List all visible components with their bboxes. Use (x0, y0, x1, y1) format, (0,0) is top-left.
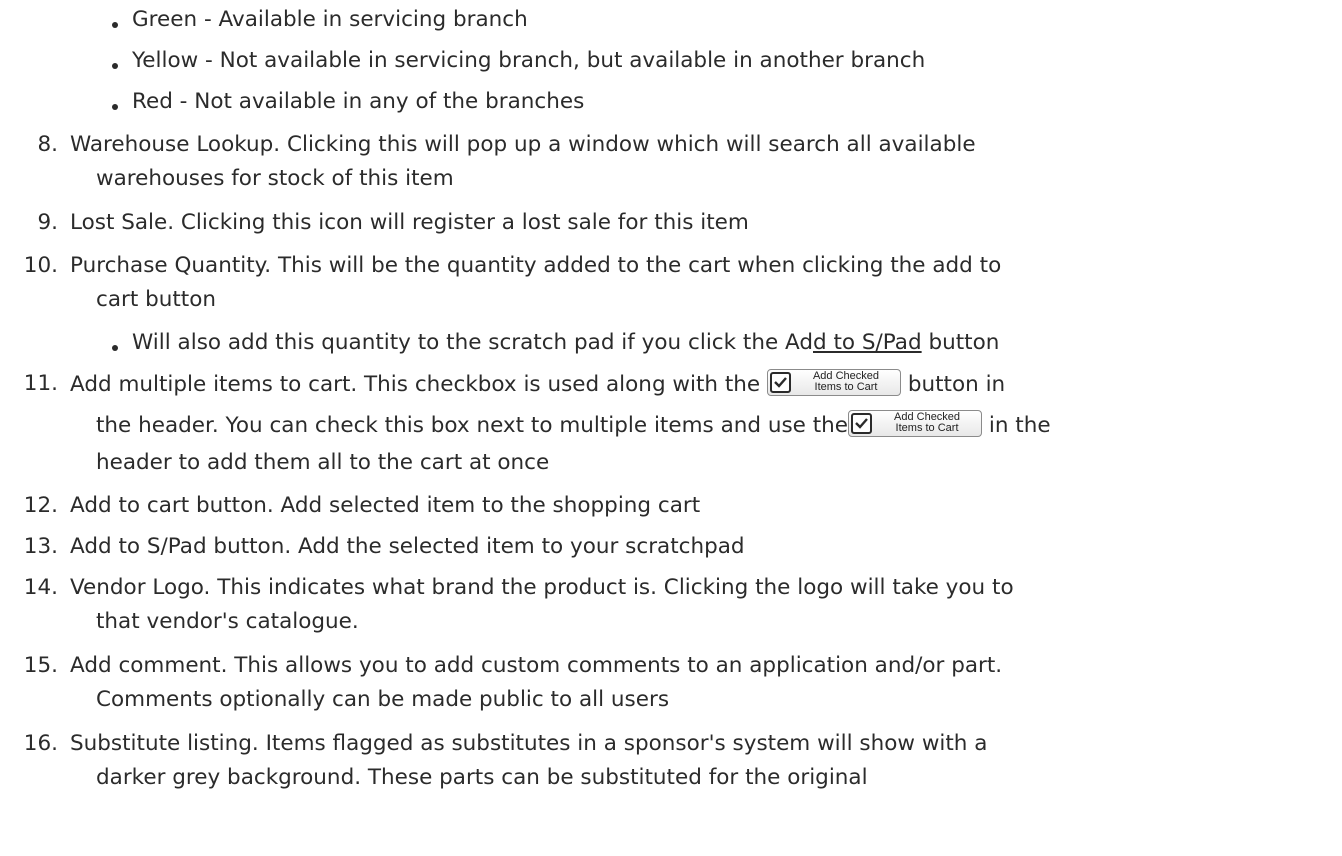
checkbox-checked-icon (770, 372, 791, 393)
item-text: button in (901, 372, 1006, 397)
availability-red: Red - Not available in any of the branch… (132, 89, 585, 114)
button-label: Add Checked Items to Cart (877, 412, 977, 434)
item-number: 16. (23, 731, 58, 756)
button-label: Add Checked Items to Cart (796, 371, 896, 393)
note-text: Will also add this quantity to the scrat… (132, 330, 813, 355)
item-number: 12. (23, 493, 58, 518)
bullet-dot-icon (112, 63, 118, 69)
item-add-multiple-cont2: header to add them all to the cart at on… (96, 450, 550, 475)
item-number: 10. (23, 253, 58, 278)
item-warehouse-lookup: Warehouse Lookup. Clicking this will pop… (70, 132, 976, 157)
item-add-comment-cont: Comments optionally can be made public t… (96, 687, 670, 712)
item-number: 8. (37, 132, 58, 157)
item-text: Add multiple items to cart. This checkbo… (70, 372, 767, 397)
bullet-dot-icon (112, 345, 118, 351)
add-checked-items-button[interactable]: Add Checked Items to Cart (848, 410, 983, 437)
add-checked-items-button[interactable]: Add Checked Items to Cart (767, 369, 901, 396)
item-add-to-cart: Add to cart button. Add selected item to… (70, 493, 701, 518)
note-text-end: button (921, 330, 1000, 355)
help-document: Green - Available in servicing branch Ye… (0, 0, 1342, 856)
item-add-multiple-cont: the header. You can check this box next … (96, 410, 1051, 441)
availability-yellow: Yellow - Not available in servicing bran… (132, 48, 926, 73)
button-label-line2: Items to Cart (814, 381, 878, 393)
item-add-to-spad: Add to S/Pad button. Add the selected it… (70, 534, 745, 559)
item-vendor-logo-cont: that vendor's catalogue. (96, 609, 359, 634)
item-lost-sale: Lost Sale. Clicking this icon will regis… (70, 210, 749, 235)
checkbox-checked-icon (851, 413, 873, 434)
availability-green: Green - Available in servicing branch (132, 7, 528, 32)
item-add-multiple: Add multiple items to cart. This checkbo… (70, 369, 1005, 400)
item-purchase-quantity: Purchase Quantity. This will be the quan… (70, 253, 1002, 278)
item-add-comment: Add comment. This allows you to add cust… (70, 653, 1003, 678)
bullet-dot-icon (112, 22, 118, 28)
item-vendor-logo: Vendor Logo. This indicates what brand t… (70, 575, 1014, 600)
item-text: the header. You can check this box next … (96, 413, 849, 438)
item-substitute-listing: Substitute listing. Items flagged as sub… (70, 731, 988, 756)
item-number: 9. (37, 210, 58, 235)
item-number: 13. (23, 534, 58, 559)
item-number: 14. (23, 575, 58, 600)
item-substitute-listing-cont: darker grey background. These parts can … (96, 765, 868, 790)
add-to-spad-link[interactable]: d to S/Pad (813, 330, 922, 355)
item-purchase-quantity-cont: cart button (96, 287, 217, 312)
item-warehouse-lookup-cont: warehouses for stock of this item (96, 166, 454, 191)
item-number: 15. (23, 653, 58, 678)
item-number: 11. (23, 371, 58, 396)
item-text: in the (982, 413, 1051, 438)
purchase-quantity-scratchpad-note: Will also add this quantity to the scrat… (132, 328, 999, 358)
button-label-line2: Items to Cart (895, 422, 959, 434)
bullet-dot-icon (112, 104, 118, 110)
